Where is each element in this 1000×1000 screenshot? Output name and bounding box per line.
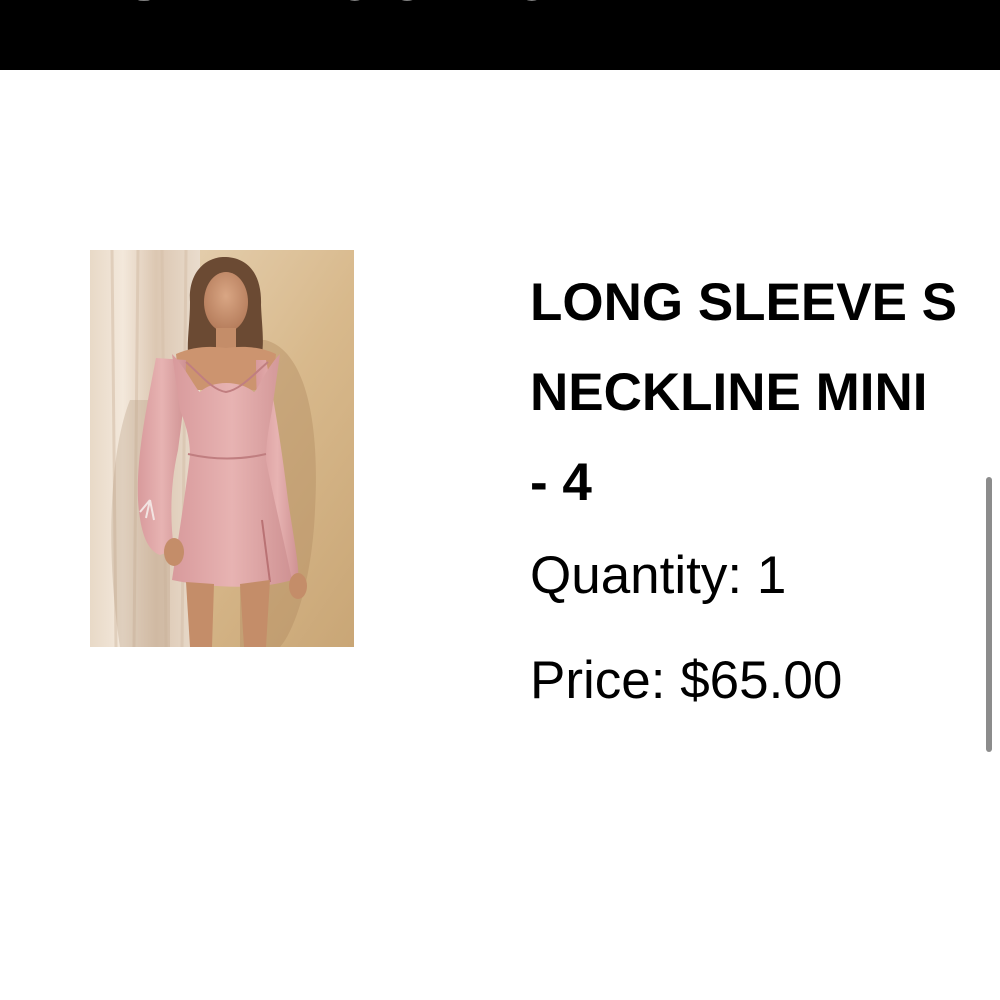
product-name[interactable]: LONG SLEEVE S NECKLINE MINI - 4 [530,258,1000,528]
price-text: Price: $65.00 [530,651,843,708]
vertical-scroll-indicator[interactable] [986,477,992,752]
quantity-text: Quantity: 1 [530,546,787,605]
product-name-line: NECKLINE MINI [530,363,928,422]
order-header-title: ITEMS IN YOUR ORDER [0,0,760,10]
order-item-details: LONG SLEEVE S NECKLINE MINI - 4 Quantity… [530,258,1000,708]
product-image[interactable] [90,250,354,647]
product-size: - 4 [530,453,592,512]
product-photo [90,250,354,647]
order-header-banner: ITEMS IN YOUR ORDER [0,0,1000,70]
product-name-line: LONG SLEEVE S [530,273,958,332]
order-items-page: ITEMS IN YOUR ORDER [0,0,1000,1000]
